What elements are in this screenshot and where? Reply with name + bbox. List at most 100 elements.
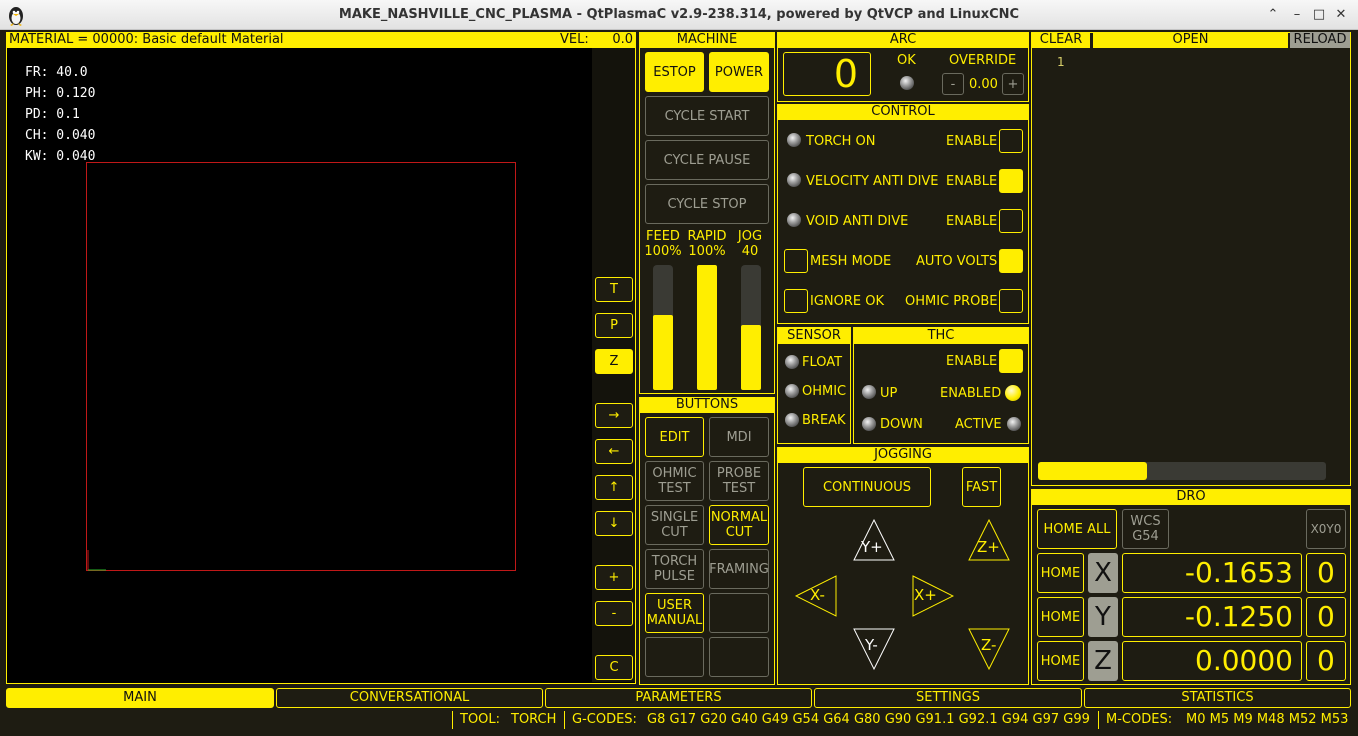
feed-label: FEED: [646, 229, 680, 244]
cycle-stop-button[interactable]: CYCLE STOP: [645, 184, 769, 224]
view-perspective-button[interactable]: P: [595, 313, 633, 338]
x0y0-button[interactable]: X0Y0: [1306, 509, 1346, 549]
thc-down-label: DOWN: [880, 417, 923, 432]
velocity-value: 0.0: [612, 32, 633, 47]
void-enable-checkbox[interactable]: [999, 209, 1023, 233]
clear-preview-button[interactable]: C: [595, 655, 633, 680]
rapid-slider[interactable]: [697, 265, 717, 390]
wcs-button[interactable]: WCS G54: [1122, 509, 1169, 549]
user-button-empty[interactable]: [709, 593, 769, 633]
thc-enable-checkbox[interactable]: [999, 349, 1023, 373]
tab-conversational[interactable]: CONVERSATIONAL: [276, 688, 543, 708]
material-label: MATERIAL = 00000: Basic default Material: [9, 32, 284, 47]
zero-z-button[interactable]: 0: [1306, 641, 1346, 681]
power-button[interactable]: POWER: [709, 52, 769, 92]
single-cut-button[interactable]: SINGLE CUT: [645, 505, 704, 545]
jog-label: JOG: [737, 229, 763, 244]
auto-volts-checkbox[interactable]: [999, 249, 1023, 273]
pan-up-button[interactable]: ↑: [595, 475, 633, 500]
pierce-delay-param: PD: 0.1: [25, 107, 80, 122]
gcode-file-panel: [1031, 32, 1351, 486]
ohmic-label: OHMIC: [802, 384, 847, 399]
pan-down-button[interactable]: ↓: [595, 511, 633, 536]
thc-active-led-icon: [1007, 417, 1021, 431]
jogging-header: JOGGING: [778, 447, 1028, 463]
thc-down-led-icon: [862, 417, 876, 431]
torch-pulse-button[interactable]: TORCH PULSE: [645, 549, 704, 589]
mesh-mode-checkbox[interactable]: [784, 249, 808, 273]
tab-statistics[interactable]: STATISTICS: [1084, 688, 1351, 708]
ignore-ok-checkbox[interactable]: [784, 289, 808, 313]
normal-cut-button[interactable]: NORMAL CUT: [709, 505, 769, 545]
file-open-button[interactable]: OPEN: [1093, 32, 1288, 48]
file-progress-bar: [1038, 462, 1326, 480]
view-top-button[interactable]: T: [595, 277, 633, 302]
zoom-in-button[interactable]: +: [595, 565, 633, 590]
jog-value: 40: [741, 244, 759, 259]
ignore-ok-label: IGNORE OK: [810, 294, 885, 309]
gcodes-value: G8 G17 G20 G40 G49 G54 G64 G80 G90 G91.1…: [647, 712, 1090, 727]
rapid-label: RAPID: [687, 229, 727, 244]
thc-enabled-label: ENABLED: [940, 386, 1002, 401]
continuous-jog-button[interactable]: CONTINUOUS: [803, 467, 931, 507]
collapse-icon[interactable]: ⌃: [1265, 7, 1281, 23]
buttons-header: BUTTONS: [640, 397, 774, 413]
mcodes-value: M0 M5 M9 M48 M52 M53: [1186, 712, 1349, 727]
sensor-header: SENSOR: [778, 328, 850, 344]
pierce-height-param: PH: 0.120: [25, 86, 96, 101]
home-y-button[interactable]: HOME: [1037, 597, 1084, 637]
preview-header: MATERIAL = 00000: Basic default Material…: [7, 32, 635, 48]
pan-right-button[interactable]: →: [595, 403, 633, 428]
close-icon[interactable]: ✕: [1333, 7, 1349, 23]
override-value: 0.00: [969, 77, 998, 92]
estop-button[interactable]: ESTOP: [645, 52, 704, 92]
dro-x-value: -0.1653: [1122, 553, 1302, 593]
axis-y-label: Y: [1088, 597, 1118, 637]
dro-z-value: 0.0000: [1122, 641, 1302, 681]
probe-test-button[interactable]: PROBE TEST: [709, 461, 769, 501]
maximize-icon[interactable]: □: [1311, 7, 1327, 23]
thc-up-led-icon: [862, 385, 876, 399]
torch-enable-checkbox[interactable]: [999, 129, 1023, 153]
feed-slider[interactable]: [653, 265, 673, 390]
cut-params: FR: 40.0 PH: 0.120 PD: 0.1 CH: 0.040 KW:…: [25, 62, 95, 167]
home-all-button[interactable]: HOME ALL: [1037, 509, 1117, 549]
torch-enable-label: ENABLE: [946, 134, 998, 149]
zero-y-button[interactable]: 0: [1306, 597, 1346, 637]
vad-enable-checkbox[interactable]: [999, 169, 1023, 193]
zero-x-button[interactable]: 0: [1306, 553, 1346, 593]
tab-settings[interactable]: SETTINGS: [814, 688, 1082, 708]
torch-on-label: TORCH ON: [806, 134, 876, 149]
cycle-start-button[interactable]: CYCLE START: [645, 96, 769, 136]
override-minus-button[interactable]: -: [942, 73, 964, 95]
tab-main[interactable]: MAIN: [6, 688, 274, 708]
file-reload-button[interactable]: RELOAD: [1290, 32, 1350, 48]
ohmic-test-button[interactable]: OHMIC TEST: [645, 461, 704, 501]
edit-button[interactable]: EDIT: [645, 417, 704, 457]
pan-left-button[interactable]: ←: [595, 439, 633, 464]
cycle-pause-button[interactable]: CYCLE PAUSE: [645, 140, 769, 180]
tab-parameters[interactable]: PARAMETERS: [545, 688, 812, 708]
jog-slider[interactable]: [741, 265, 761, 390]
jog-z-plus-label: Z+: [977, 538, 1000, 556]
user-button-empty[interactable]: [645, 637, 704, 677]
framing-button[interactable]: FRAMING: [709, 549, 769, 589]
machine-header: MACHINE: [640, 32, 774, 48]
home-z-button[interactable]: HOME: [1037, 641, 1084, 681]
minimize-icon[interactable]: –: [1289, 7, 1305, 23]
override-plus-button[interactable]: +: [1002, 73, 1024, 95]
file-clear-button[interactable]: CLEAR: [1032, 32, 1090, 48]
user-manual-button[interactable]: USER MANUAL: [645, 593, 704, 633]
fast-jog-button[interactable]: FAST: [962, 467, 1001, 507]
dro-y-value: -0.1250: [1122, 597, 1302, 637]
mdi-button[interactable]: MDI: [709, 417, 769, 457]
velocity-anti-dive-label: VELOCITY ANTI DIVE: [806, 174, 939, 189]
tool-value: TORCH: [511, 712, 557, 727]
view-z-button[interactable]: Z: [595, 349, 633, 374]
thc-enabled-led-icon: [1005, 385, 1021, 401]
ohmic-probe-checkbox[interactable]: [999, 289, 1023, 313]
zoom-out-button[interactable]: -: [595, 601, 633, 626]
home-x-button[interactable]: HOME: [1037, 553, 1084, 593]
user-button-empty[interactable]: [709, 637, 769, 677]
axis-z-label: Z: [1088, 641, 1118, 681]
